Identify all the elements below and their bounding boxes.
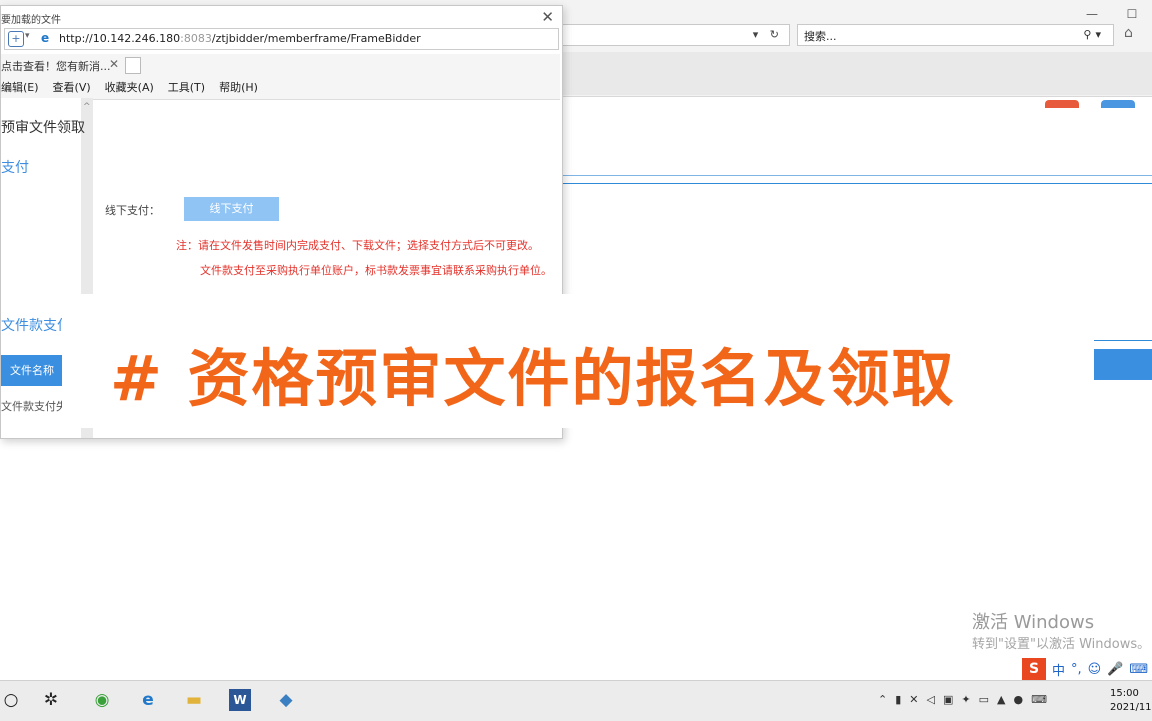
volume-icon[interactable]: ◁: [927, 693, 935, 706]
ie-icon[interactable]: e: [137, 689, 159, 711]
activation-watermark-title: 激活 Windows: [972, 612, 1095, 633]
fee-status-text: 文件款支付失: [1, 400, 67, 413]
tray-arrow-icon[interactable]: ⌃: [878, 693, 887, 706]
menu-view[interactable]: 查看(V): [53, 79, 91, 99]
file-name-column-header: 文件名称: [1, 355, 66, 386]
ime-toolbar: S 中 °, ☺ 🎤 ⌨: [1022, 658, 1148, 680]
word-icon[interactable]: W: [229, 689, 251, 711]
url-port: :8083: [180, 32, 212, 45]
menu-bar: 编辑(E) 查看(V) 收藏夹(A) 工具(T) 帮助(H): [1, 76, 560, 100]
clock-time: 15:00: [1110, 688, 1139, 699]
popup-title: 要加载的文件: [1, 15, 61, 26]
address-bar[interactable]: ▾ ↻: [540, 24, 790, 46]
update-icon[interactable]: ✦: [961, 693, 970, 706]
clock-date: 2021/11: [1110, 702, 1152, 713]
search-icon[interactable]: ○: [0, 689, 22, 711]
banner-text: # 资格预审文件的报名及领取: [110, 342, 956, 415]
taskbar: ○ ✲ ◉ e ▬ W ◆ ⌃ ▮ ✕ ◁ ▣ ✦ ▭ ▲ ● ⌨ 15:00 …: [0, 680, 1152, 721]
browser-tab-strip: [560, 52, 1152, 95]
url-host: http://10.142.246.180: [59, 32, 181, 45]
network-icon[interactable]: ▣: [943, 693, 953, 706]
chevron-down-icon[interactable]: ▾: [25, 31, 30, 41]
logo-red-icon: [1045, 100, 1079, 108]
url-path: /ztjbidder/memberframe/FrameBidder: [211, 32, 421, 45]
section-title: 预审文件领取: [1, 120, 85, 136]
tab-close-icon[interactable]: ✕: [109, 57, 119, 71]
search-box[interactable]: 搜索... ⚲▾: [797, 24, 1114, 46]
close-icon[interactable]: ✕: [541, 8, 554, 26]
mute-icon[interactable]: ✕: [909, 693, 918, 706]
table-header-right: [1093, 349, 1152, 380]
display-icon[interactable]: ▭: [979, 693, 989, 706]
new-tab-icon[interactable]: [125, 57, 141, 74]
title-banner: # 资格预审文件的报名及领取: [62, 294, 1094, 428]
usb-icon[interactable]: ▮: [895, 693, 901, 706]
fee-section-title: 文件款支付: [1, 318, 71, 334]
apps-icon[interactable]: ✲: [40, 689, 62, 711]
logo-blue-icon: [1101, 100, 1135, 108]
refresh-icon[interactable]: ▾ ↻: [753, 28, 783, 41]
offline-pay-button[interactable]: 线下支付: [184, 197, 279, 221]
back-icon[interactable]: +: [8, 31, 24, 47]
note-line-1: 注：请在文件发售时间内完成支付、下载文件；选择支付方式后不可更改。: [176, 239, 539, 252]
window-controls: — ☐: [1072, 4, 1152, 24]
emoji-icon[interactable]: ☺: [1088, 662, 1102, 677]
maximize-icon[interactable]: ☐: [1112, 4, 1152, 24]
sogou-ime-icon[interactable]: S: [1022, 658, 1046, 680]
header-logos: [1045, 100, 1135, 108]
popup-address-bar[interactable]: + ▾ e http://10.142.246.180:8083/ztjbidd…: [4, 28, 559, 50]
url-text: http://10.142.246.180:8083/ztjbidder/mem…: [59, 32, 421, 45]
search-placeholder: 搜索...: [804, 30, 837, 43]
tab-title[interactable]: 点击查看！您有新消...: [1, 58, 111, 74]
menu-favorites[interactable]: 收藏夹(A): [105, 79, 154, 99]
minimize-icon[interactable]: —: [1072, 4, 1112, 24]
system-tray: ⌃ ▮ ✕ ◁ ▣ ✦ ▭ ▲ ● ⌨: [878, 693, 1047, 706]
note-line-2: 文件款支付至采购执行单位账户，标书款发票事宜请联系采购执行单位。: [200, 264, 552, 277]
pay-label: 线下支付：: [105, 204, 160, 217]
menu-edit[interactable]: 编辑(E): [1, 79, 39, 99]
activation-watermark-text: 转到"设置"以激活 Windows。: [972, 637, 1151, 652]
microphone-icon[interactable]: 🎤: [1107, 662, 1123, 677]
pay-section-title: 支付: [1, 160, 29, 176]
home-icon[interactable]: ⌂: [1124, 25, 1133, 41]
search-icon[interactable]: ⚲▾: [1083, 28, 1105, 41]
scroll-up-icon[interactable]: ^: [83, 102, 91, 112]
popup-tab-row: 点击查看！您有新消... ✕: [1, 54, 560, 76]
ime-punctuation[interactable]: °,: [1071, 662, 1082, 677]
ime-language[interactable]: 中: [1052, 660, 1065, 679]
menu-tools[interactable]: 工具(T): [168, 79, 205, 99]
chrome-icon[interactable]: ◉: [91, 689, 113, 711]
ie-icon: e: [41, 31, 50, 45]
keyboard-icon[interactable]: ⌨: [1031, 693, 1047, 706]
keyboard-icon[interactable]: ⌨: [1129, 662, 1148, 677]
app-icon[interactable]: ◆: [275, 689, 297, 711]
clock[interactable]: 15:00 2021/11: [1110, 687, 1152, 715]
tray-app-icon[interactable]: ▲: [997, 693, 1005, 706]
folder-icon[interactable]: ▬: [183, 689, 205, 711]
menu-help[interactable]: 帮助(H): [219, 79, 258, 99]
security-icon[interactable]: ●: [1013, 693, 1023, 706]
